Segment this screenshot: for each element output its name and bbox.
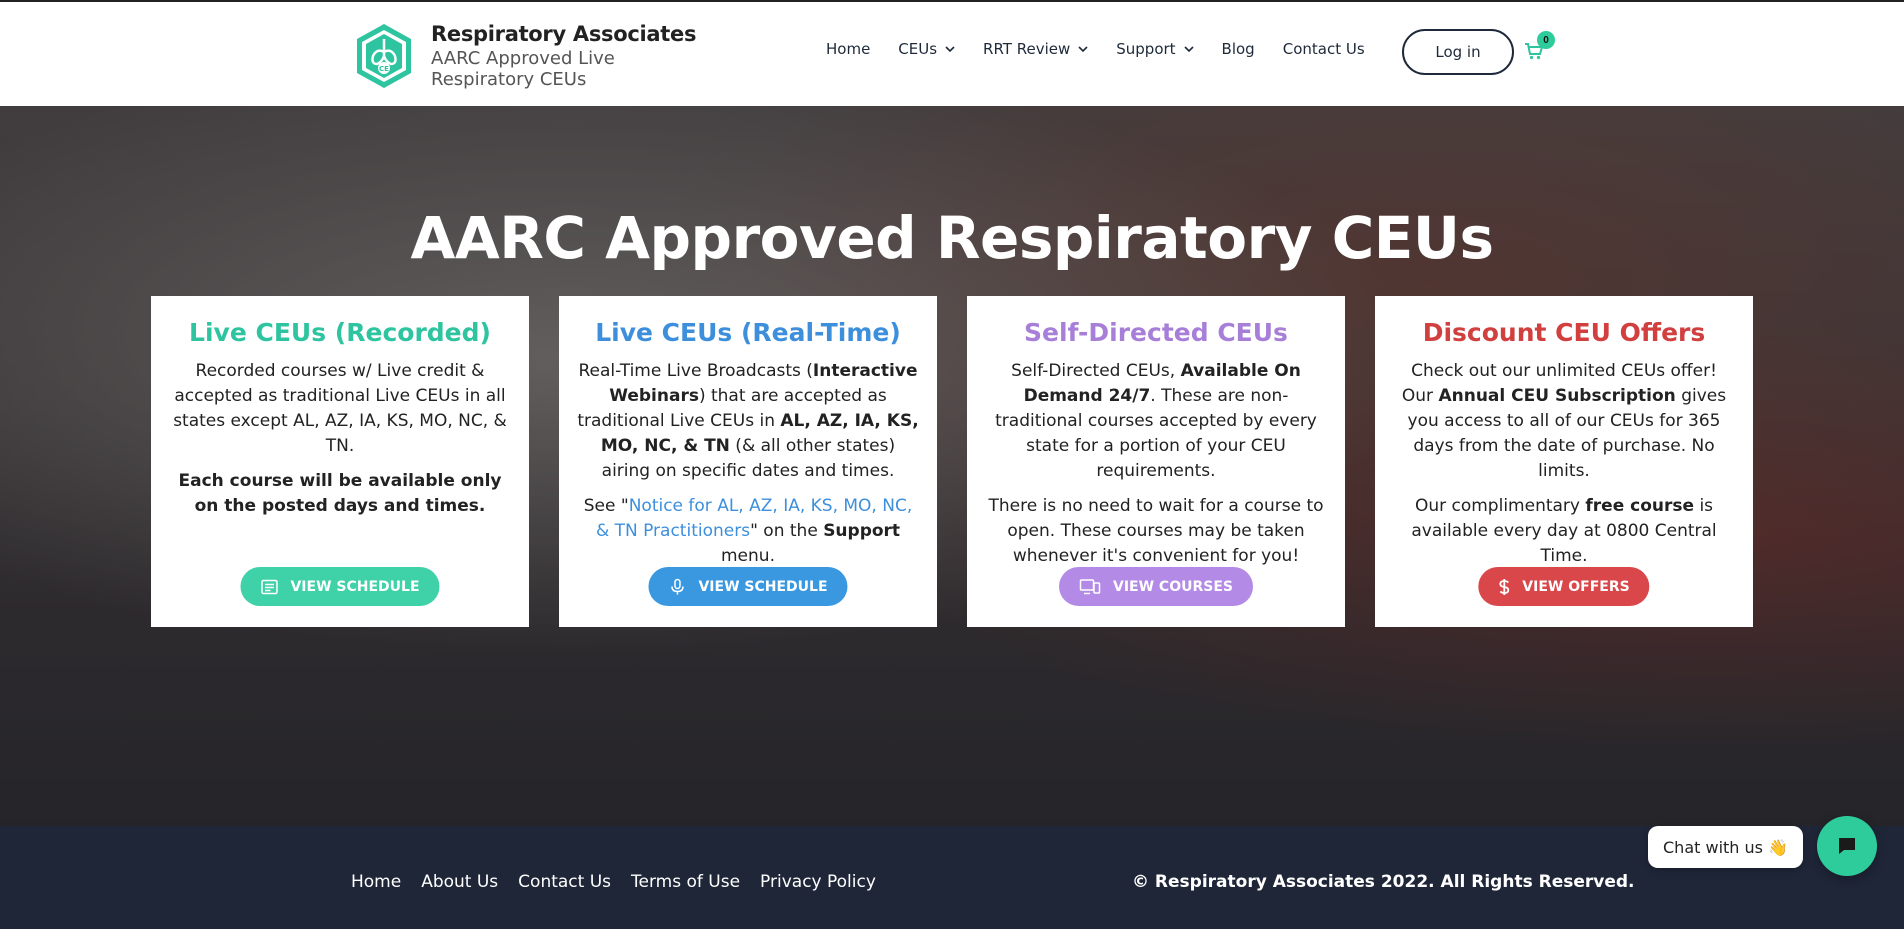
nav-blog[interactable]: Blog <box>1222 40 1255 58</box>
card-description: Self-Directed CEUs, Available On Demand … <box>995 361 1317 481</box>
nav-ceus[interactable]: CEUs <box>898 40 955 58</box>
button-label: VIEW SCHEDULE <box>698 578 828 595</box>
cart-count-badge: 0 <box>1537 31 1555 49</box>
site-header: CE Respiratory Associates AARC Approved … <box>0 0 1904 106</box>
main-nav: Home CEUs RRT Review Support Blog Contac… <box>826 40 1393 58</box>
nav-rrt-review[interactable]: RRT Review <box>983 40 1088 58</box>
footer-link-about-us[interactable]: About Us <box>421 872 498 892</box>
view-courses-button[interactable]: VIEW COURSES <box>1059 567 1253 606</box>
card-description: Real-Time Live Broadcasts (Interactive W… <box>577 361 919 481</box>
nav-home[interactable]: Home <box>826 40 870 58</box>
copyright-text: © Respiratory Associates 2022. All Right… <box>1132 872 1635 892</box>
card-note: See "Notice for AL, AZ, IA, KS, MO, NC, … <box>583 496 913 566</box>
nav-support[interactable]: Support <box>1116 40 1194 58</box>
card-title: Live CEUs (Recorded) <box>189 318 491 347</box>
brand-tagline: AARC Approved Live Respiratory CEUs <box>431 48 615 90</box>
nav-label: Contact Us <box>1282 40 1365 58</box>
svg-text:CE: CE <box>379 65 389 73</box>
logo[interactable]: CE Respiratory Associates AARC Approved … <box>353 22 696 90</box>
card-title: Self-Directed CEUs <box>1024 318 1288 347</box>
footer-links: Home About Us Contact Us Terms of Use Pr… <box>351 872 896 892</box>
card-note: There is no need to wait for a course to… <box>988 496 1324 566</box>
footer-link-home[interactable]: Home <box>351 872 401 892</box>
site-footer: Home About Us Contact Us Terms of Use Pr… <box>0 826 1904 929</box>
devices-icon <box>1079 578 1101 594</box>
chevron-down-icon <box>1183 46 1194 53</box>
list-icon <box>261 579 278 594</box>
hero-section: AARC Approved Respiratory CEUs Live CEUs… <box>0 106 1904 826</box>
card-description: Check out our unlimited CEUs offer! Our … <box>1401 361 1727 481</box>
card-note: Each course will be available only on th… <box>178 471 502 516</box>
nav-label: CEUs <box>898 40 938 58</box>
lungs-logo-icon: CE <box>357 24 411 88</box>
button-label: VIEW SCHEDULE <box>290 578 420 595</box>
chat-launcher-button[interactable] <box>1817 816 1877 876</box>
chevron-down-icon <box>945 46 955 53</box>
nav-label: Support <box>1116 40 1176 58</box>
card-title: Discount CEU Offers <box>1422 318 1706 347</box>
footer-link-privacy[interactable]: Privacy Policy <box>760 872 876 892</box>
footer-link-terms[interactable]: Terms of Use <box>631 872 740 892</box>
chevron-down-icon <box>1078 46 1088 53</box>
nav-contact-us[interactable]: Contact Us <box>1283 40 1365 58</box>
card-live-realtime: Live CEUs (Real-Time) Real-Time Live Bro… <box>559 296 937 627</box>
nav-label: RRT Review <box>983 40 1071 58</box>
button-label: VIEW COURSES <box>1113 578 1233 595</box>
view-offers-button[interactable]: VIEW OFFERS <box>1478 567 1650 606</box>
microphone-icon <box>671 578 684 594</box>
dollar-icon <box>1499 578 1510 595</box>
view-schedule-realtime-button[interactable]: VIEW SCHEDULE <box>648 567 848 606</box>
card-discount-offers: Discount CEU Offers Check out our unlimi… <box>1375 296 1753 627</box>
button-label: VIEW OFFERS <box>1522 578 1630 595</box>
chat-prompt-bubble[interactable]: Chat with us 👋 <box>1648 826 1803 868</box>
card-live-recorded: Live CEUs (Recorded) Recorded courses w/… <box>151 296 529 627</box>
card-description: Recorded courses w/ Live credit & accept… <box>173 361 507 456</box>
nav-label: Home <box>826 40 871 58</box>
view-schedule-recorded-button[interactable]: VIEW SCHEDULE <box>240 567 440 606</box>
card-note: Our complimentary free course is availab… <box>1411 496 1717 566</box>
hero-title: AARC Approved Respiratory CEUs <box>410 204 1494 272</box>
login-button[interactable]: Log in <box>1402 29 1514 75</box>
brand-name: Respiratory Associates <box>431 22 697 46</box>
card-self-directed: Self-Directed CEUs Self-Directed CEUs, A… <box>967 296 1345 627</box>
footer-link-contact-us[interactable]: Contact Us <box>518 872 611 892</box>
card-title: Live CEUs (Real-Time) <box>595 318 901 347</box>
nav-label: Blog <box>1221 40 1255 58</box>
chat-icon <box>1839 838 1855 854</box>
